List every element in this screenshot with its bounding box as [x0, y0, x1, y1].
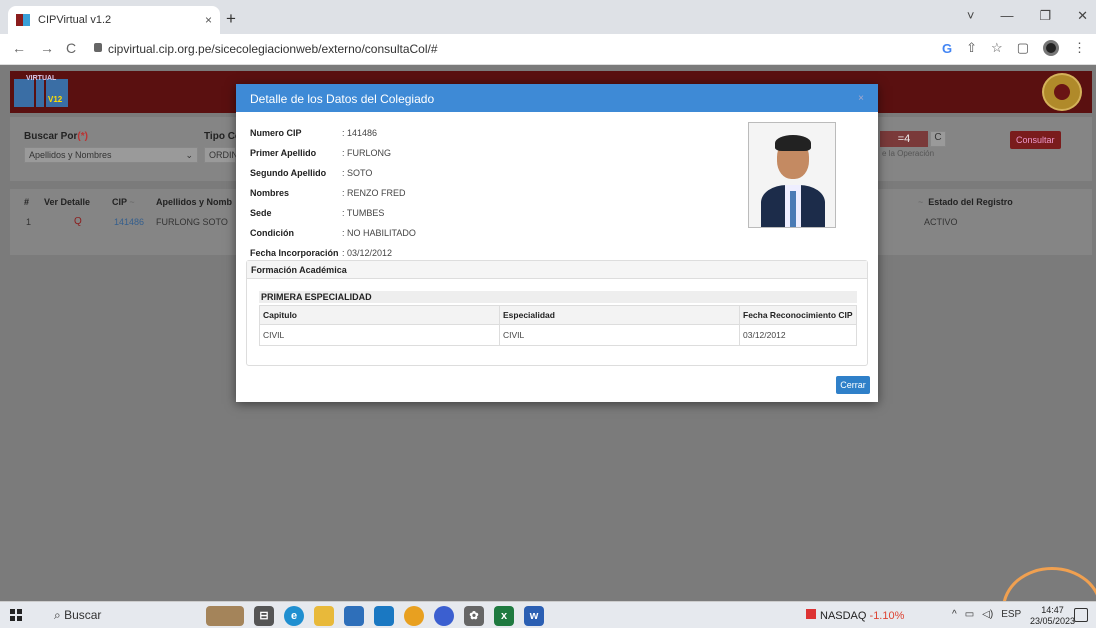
minimize-button[interactable]: —: [1000, 8, 1013, 24]
volume-icon[interactable]: ◁): [982, 609, 993, 620]
clock-date: 23/05/2023: [1030, 616, 1076, 626]
cell-fecha-reconocimiento: 03/12/2012: [739, 324, 857, 346]
cerrar-button[interactable]: Cerrar: [836, 376, 870, 394]
modal-header: Detalle de los Datos del Colegiado ×: [236, 84, 878, 112]
browser-tab[interactable]: CIPVirtual v1.2 ×: [8, 6, 220, 34]
tab-title: CIPVirtual v1.2: [38, 14, 112, 26]
mail-icon[interactable]: [374, 606, 394, 626]
windows-taskbar: ⌕ Buscar ⊟ e ✿ x w NASDAQ -1.10% ^ ▭ ◁) …: [0, 601, 1096, 628]
cip-seal-icon: [1042, 73, 1082, 111]
formacion-academica-title: Formación Académica: [247, 261, 867, 279]
webex-icon[interactable]: [434, 606, 454, 626]
language-indicator[interactable]: ESP: [1001, 609, 1021, 620]
file-explorer-icon[interactable]: [314, 606, 334, 626]
nasdaq-widget[interactable]: NASDAQ -1.10%: [806, 609, 904, 622]
settings-gear-icon[interactable]: ✿: [464, 606, 484, 626]
col-header-estado[interactable]: ~ Estado del Registro: [918, 197, 1013, 207]
buscar-por-value: Apellidos y Nombres: [29, 150, 112, 160]
maximize-button[interactable]: ❐: [1039, 8, 1051, 24]
col-header-fecha-reconocimiento: Fecha Reconocimiento CIP: [739, 305, 857, 325]
profile-avatar-icon[interactable]: [1043, 40, 1059, 56]
excel-icon[interactable]: x: [494, 606, 514, 626]
share-icon[interactable]: ⇧: [966, 40, 977, 56]
lock-icon[interactable]: [94, 43, 102, 52]
stock-chart-icon: [806, 609, 816, 619]
especialidad-table: Capitulo Especialidad Fecha Reconocimien…: [259, 305, 857, 346]
menu-kebab-icon[interactable]: ⋮: [1073, 40, 1086, 56]
especialidad-title: PRIMERA ESPECIALIDAD: [259, 291, 857, 303]
reload-icon[interactable]: C: [66, 40, 76, 56]
notification-center-icon[interactable]: [1074, 608, 1088, 622]
taskbar-pinned-apps: ⊟ e ✿ x w: [206, 606, 544, 626]
address-bar: ← → C cipvirtual.cip.org.pe/sicecolegiac…: [0, 34, 1096, 65]
col-header-ver-detalle[interactable]: Ver Detalle: [44, 197, 90, 207]
col-header-apellidos[interactable]: Apellidos y Nomb: [156, 197, 232, 207]
close-window-button[interactable]: ✕: [1077, 8, 1088, 24]
cell-especialidad: CIVIL: [499, 324, 740, 346]
task-view-icon[interactable]: ⊟: [254, 606, 274, 626]
field-primer-apellido: Primer Apellido: FURLONG: [250, 148, 392, 158]
cip-virtual-logo: VIRTUAL V12: [14, 75, 76, 109]
tipo-colegiado-value: ORDIN: [209, 150, 238, 160]
modal-title: Detalle de los Datos del Colegiado: [250, 92, 435, 106]
side-panel-icon[interactable]: ▢: [1017, 40, 1029, 56]
captcha-image: =4: [880, 131, 928, 147]
field-segundo-apellido: Segundo Apellido: SOTO: [250, 168, 373, 178]
col-header-cip[interactable]: CIP ~: [112, 197, 135, 207]
col-header-capitulo: Capitulo: [259, 305, 500, 325]
table-row: CIVIL CIVIL 03/12/2012: [259, 324, 857, 346]
system-tray: ^ ▭ ◁) ESP: [952, 609, 1021, 620]
tipo-colegiado-select[interactable]: ORDIN: [204, 147, 238, 163]
edge-browser-icon[interactable]: e: [284, 606, 304, 626]
cell-capitulo: CIVIL: [259, 324, 500, 346]
logo-version-text: V12: [48, 95, 63, 104]
new-tab-button[interactable]: +: [226, 9, 236, 29]
window-controls: ˅ — ❐ ✕: [967, 8, 1088, 24]
chevron-down-icon: ⌄: [185, 150, 193, 160]
tab-close-icon[interactable]: ×: [205, 13, 212, 27]
field-sede: Sede: TUMBES: [250, 208, 385, 218]
windows-start-icon[interactable]: [10, 609, 22, 621]
formacion-academica-panel: Formación Académica PRIMERA ESPECIALIDAD…: [246, 260, 868, 366]
colegiado-photo: [748, 122, 836, 228]
refresh-captcha-icon[interactable]: C: [930, 131, 946, 147]
search-icon[interactable]: Q: [74, 216, 82, 227]
forward-arrow-icon[interactable]: →: [40, 40, 54, 56]
field-fecha-incorporacion: Fecha Incorporación: 03/12/2012: [250, 248, 393, 258]
operation-hint: e la Operación: [882, 149, 935, 158]
chrome-icon[interactable]: [404, 606, 424, 626]
taskbar-search[interactable]: ⌕ Buscar: [54, 608, 101, 623]
bookmark-star-icon[interactable]: ☆: [991, 40, 1003, 56]
colegiado-detail-modal: Detalle de los Datos del Colegiado × Num…: [236, 84, 878, 402]
consultar-button[interactable]: Consultar: [1010, 131, 1061, 149]
logo-virtual-text: VIRTUAL: [26, 75, 57, 82]
network-icon[interactable]: ▭: [965, 609, 974, 620]
taskbar-clock[interactable]: 14:47 23/05/2023: [1030, 605, 1075, 627]
row-apellidos: FURLONG SOTO: [156, 217, 228, 227]
field-nombres: Nombres: RENZO FRED: [250, 188, 406, 198]
row-num: 1: [26, 217, 32, 227]
url-field[interactable]: cipvirtual.cip.org.pe/sicecolegiacionweb…: [108, 42, 438, 56]
col-header-especialidad: Especialidad: [499, 305, 740, 325]
col-header-num: #: [24, 197, 30, 207]
row-estado: ACTIVO: [924, 217, 958, 227]
google-icon[interactable]: G: [942, 41, 952, 56]
row-cip: 141486: [114, 217, 145, 227]
weather-widget-icon[interactable]: [206, 606, 244, 626]
store-icon[interactable]: [344, 606, 364, 626]
back-arrow-icon[interactable]: ←: [12, 40, 26, 56]
buscar-por-select[interactable]: Apellidos y Nombres ⌄: [24, 147, 198, 163]
browser-tab-bar: CIPVirtual v1.2 × + ˅ — ❐ ✕: [0, 0, 1096, 34]
address-bar-actions: G ⇧ ☆ ▢ ⋮: [942, 40, 1086, 56]
field-condicion: Condición: NO HABILITADO: [250, 228, 416, 238]
word-icon[interactable]: w: [524, 606, 544, 626]
cip-favicon-icon: [16, 14, 30, 26]
field-numero-cip: Numero CIP: 141486: [250, 128, 378, 138]
close-icon[interactable]: ×: [858, 93, 864, 104]
clock-time: 14:47: [1041, 605, 1064, 615]
show-hidden-icons-chevron[interactable]: ^: [952, 609, 957, 620]
tab-search-icon[interactable]: ˅: [967, 8, 975, 24]
buscar-por-label: Buscar Por(*): [24, 131, 88, 142]
